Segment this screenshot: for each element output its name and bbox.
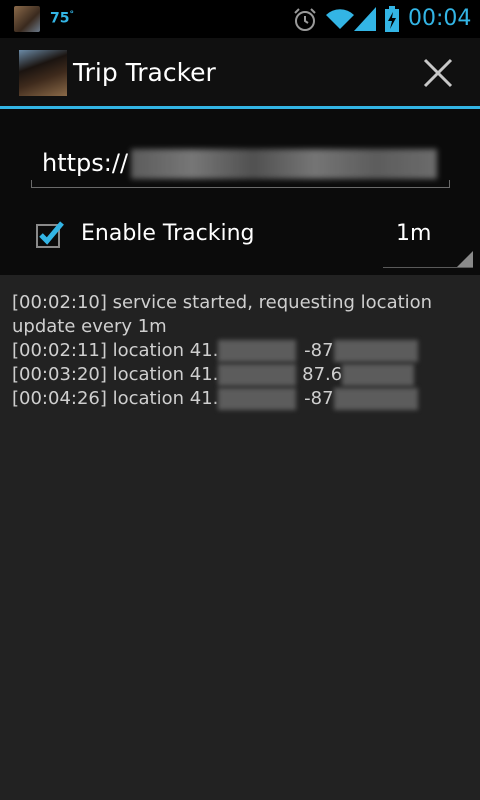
- app-icon[interactable]: [19, 50, 67, 96]
- clock: 00:04: [408, 6, 472, 31]
- settings-panel: https:// Enable Tracking 1m: [0, 109, 480, 275]
- server-url-field[interactable]: https://: [31, 141, 450, 188]
- alarm-icon: [294, 8, 316, 31]
- log-entry: [00:02:10] service started, requesting l…: [12, 292, 433, 337]
- spinner-dropdown-icon: [457, 251, 473, 267]
- interval-value: 1m: [396, 221, 432, 246]
- url-text: https://: [42, 149, 129, 177]
- close-icon[interactable]: [418, 53, 458, 93]
- redacted-url: [131, 149, 437, 179]
- log-entry: [00:02:11] location 41. -87: [12, 339, 472, 363]
- status-bar: 75° 00:04: [0, 0, 480, 38]
- interval-spinner[interactable]: 1m: [383, 209, 473, 268]
- wifi-icon: [326, 9, 354, 29]
- temperature-readout: 75°: [50, 10, 74, 27]
- battery-charging-icon: [385, 6, 399, 32]
- enable-tracking-label[interactable]: Enable Tracking: [81, 221, 255, 246]
- app-title: Trip Tracker: [73, 58, 216, 87]
- action-bar: Trip Tracker: [0, 38, 480, 107]
- weather-thumbnail-icon: [14, 6, 40, 32]
- log-output: [00:02:10] service started, requesting l…: [12, 291, 472, 411]
- enable-tracking-checkbox[interactable]: [36, 220, 64, 248]
- log-entry: [00:04:26] location 41. -87: [12, 387, 472, 411]
- cell-signal-icon: [354, 7, 376, 31]
- log-entry: [00:03:20] location 41. 87.6: [12, 363, 472, 387]
